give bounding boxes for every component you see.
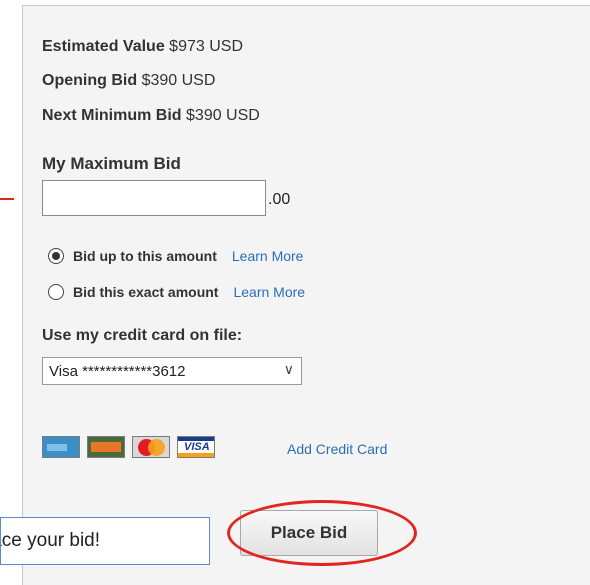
card-on-file-heading: Use my credit card on file: <box>42 327 243 344</box>
chevron-down-icon[interactable]: ∨ <box>284 361 294 378</box>
estimated-value: $973 USD <box>169 38 243 55</box>
opening-bid-label: Opening Bid <box>42 72 138 89</box>
bid-option-up-to[interactable]: Bid up to this amount Learn More <box>48 248 303 264</box>
bid-option-up-to-label: Bid up to this amount <box>73 248 217 264</box>
credit-card-select[interactable]: Visa ************3612 ∨ <box>42 357 302 385</box>
mastercard-icon <box>132 436 170 458</box>
visa-card-icon: VISA <box>177 436 215 458</box>
max-bid-input[interactable] <box>42 180 266 216</box>
add-credit-card-link[interactable]: Add Credit Card <box>287 441 387 457</box>
place-bid-callout: lace your bid! <box>0 517 210 565</box>
next-minimum-bid-row: Next Minimum Bid $390 USD <box>42 106 260 126</box>
radio-checked-icon[interactable] <box>48 248 64 264</box>
opening-bid-row: Opening Bid $390 USD <box>42 71 215 91</box>
max-bid-cents: .00 <box>268 191 291 208</box>
learn-more-link[interactable]: Learn More <box>233 284 305 300</box>
callout-text: lace your bid! <box>1 530 101 551</box>
place-bid-button[interactable]: Place Bid <box>240 510 378 556</box>
annotation-arrow <box>0 198 14 200</box>
credit-card-select-value: Visa ************3612 <box>49 362 186 380</box>
amex-card-icon <box>42 436 80 458</box>
radio-unchecked-icon[interactable] <box>48 284 64 300</box>
next-minimum-bid-value: $390 USD <box>186 107 260 124</box>
bid-option-exact-label: Bid this exact amount <box>73 284 219 300</box>
max-bid-heading: My Maximum Bid <box>42 154 181 173</box>
discover-card-icon <box>87 436 125 458</box>
bid-option-exact[interactable]: Bid this exact amount Learn More <box>48 284 305 300</box>
estimated-value-label: Estimated Value <box>42 38 165 55</box>
learn-more-link[interactable]: Learn More <box>232 248 304 264</box>
estimated-value-row: Estimated Value $973 USD <box>42 37 243 57</box>
opening-bid-value: $390 USD <box>141 72 216 89</box>
next-minimum-bid-label: Next Minimum Bid <box>42 107 182 124</box>
accepted-cards: VISA <box>42 436 222 458</box>
